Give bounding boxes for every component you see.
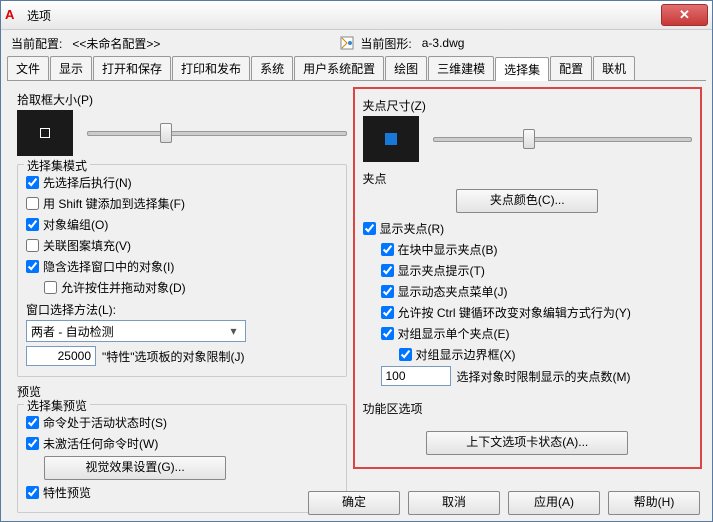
window-method-label: 窗口选择方法(L): (26, 301, 338, 318)
chk-press-drag[interactable] (44, 281, 57, 294)
tab-3[interactable]: 打印和发布 (172, 56, 250, 80)
tab-9[interactable]: 配置 (550, 56, 592, 80)
tab-6[interactable]: 绘图 (385, 56, 427, 80)
chk-grip-tips[interactable] (381, 264, 394, 277)
chk-cmd-active[interactable] (26, 416, 39, 429)
property-limit-input[interactable]: 25000 (26, 346, 96, 366)
chk-noun-verb[interactable] (26, 176, 39, 189)
chk-show-grips[interactable] (363, 222, 376, 235)
chk-object-group[interactable] (26, 218, 39, 231)
chk-ctrl-cycle[interactable] (381, 306, 394, 319)
chk-no-cmd[interactable] (26, 437, 39, 450)
tab-strip: 文件显示打开和保存打印和发布系统用户系统配置绘图三维建模选择集配置联机 (7, 56, 706, 81)
chk-assoc-hatch[interactable] (26, 239, 39, 252)
grip-size-label: 夹点尺寸(Z) (363, 97, 693, 114)
context-tab-button[interactable]: 上下文选项卡状态(A)... (426, 431, 628, 455)
window-title: 选项 (27, 7, 661, 24)
selection-modes-group: 选择集模式 先选择后执行(N) 用 Shift 键添加到选择集(F) 对象编组(… (17, 164, 347, 377)
tab-2[interactable]: 打开和保存 (93, 56, 171, 80)
chk-shift-add[interactable] (26, 197, 39, 210)
pickbox-preview (17, 110, 73, 156)
chk-group-bbox[interactable] (399, 348, 412, 361)
chk-implied-window[interactable] (26, 260, 39, 273)
visual-effects-button[interactable]: 视觉效果设置(G)... (44, 456, 226, 480)
property-limit-label: "特性"选项板的对象限制(J) (102, 348, 245, 365)
chevron-down-icon: ▾ (226, 324, 241, 338)
tab-10[interactable]: 联机 (593, 56, 635, 80)
tab-4[interactable]: 系统 (251, 56, 293, 80)
chk-property-preview[interactable] (26, 486, 39, 499)
drawing-label: 当前图形: (360, 35, 411, 52)
chk-grips-in-block[interactable] (381, 243, 394, 256)
apply-button[interactable]: 应用(A) (508, 491, 600, 515)
grip-slider[interactable] (433, 129, 693, 149)
pickbox-slider[interactable] (87, 123, 347, 143)
selection-preview-legend: 选择集预览 (24, 397, 90, 414)
titlebar: 选项 ✕ (1, 1, 712, 30)
chk-dynamic-menu[interactable] (381, 285, 394, 298)
grip-limit-input[interactable]: 100 (381, 366, 451, 386)
tab-8[interactable]: 选择集 (495, 57, 549, 81)
header-row: 当前配置: <<未命名配置>> 当前图形: a-3.dwg (1, 30, 712, 56)
selection-modes-legend: 选择集模式 (24, 157, 90, 174)
selection-preview-group: 选择集预览 命令处于活动状态时(S) 未激活任何命令时(W) 视觉效果设置(G)… (17, 404, 347, 513)
tab-7[interactable]: 三维建模 (428, 56, 494, 80)
grip-color-button[interactable]: 夹点颜色(C)... (456, 189, 598, 213)
grips-heading: 夹点 (363, 170, 693, 187)
cancel-button[interactable]: 取消 (408, 491, 500, 515)
grip-preview (363, 116, 419, 162)
profile-label: 当前配置: (11, 35, 62, 52)
tab-5[interactable]: 用户系统配置 (294, 56, 384, 80)
app-icon (5, 7, 21, 23)
pickbox-size-label: 拾取框大小(P) (17, 91, 347, 108)
help-button[interactable]: 帮助(H) (608, 491, 700, 515)
close-button[interactable]: ✕ (661, 4, 708, 26)
ribbon-heading: 功能区选项 (363, 400, 693, 417)
drawing-value: a-3.dwg (422, 36, 465, 50)
grip-limit-label: 选择对象时限制显示的夹点数(M) (457, 368, 631, 385)
chk-group-single[interactable] (381, 327, 394, 340)
tab-1[interactable]: 显示 (50, 56, 92, 80)
profile-value: <<未命名配置>> (72, 35, 160, 52)
window-method-combo[interactable]: 两者 - 自动检测▾ (26, 320, 246, 342)
ok-button[interactable]: 确定 (308, 491, 400, 515)
drawing-icon (340, 35, 356, 51)
tab-0[interactable]: 文件 (7, 56, 49, 80)
